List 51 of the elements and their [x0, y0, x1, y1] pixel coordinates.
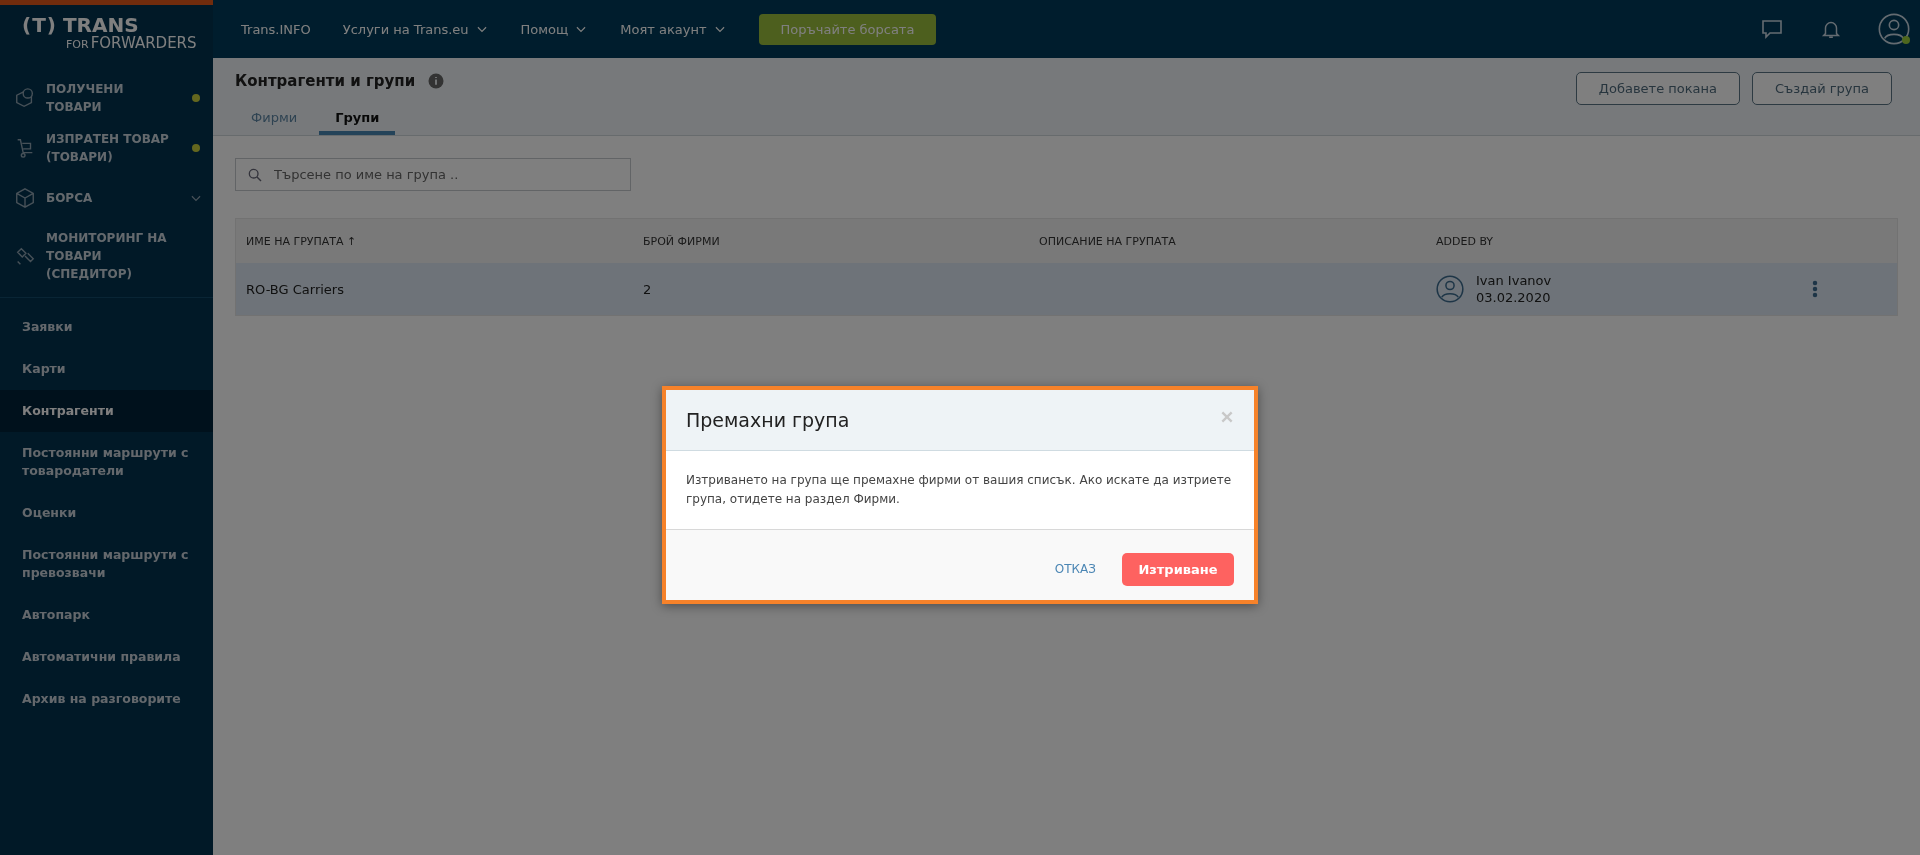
sidebar-item[interactable]: Контрагенти	[0, 390, 213, 432]
column-header[interactable]: БРОЙ ФИРМИ	[633, 234, 1029, 248]
page-title: Контрагенти и групи	[235, 72, 416, 90]
sidebar-item[interactable]: Заявки	[0, 306, 213, 348]
column-header[interactable]: ОПИСАНИЕ НА ГРУПАТА	[1029, 234, 1426, 248]
tab[interactable]: Групи	[319, 104, 396, 135]
sidebar-item[interactable]: Постоянни маршрути с превозвачи	[0, 534, 213, 594]
dialog-message: Изтриването на група ще премахне фирми от вашия списък. Ако искате да изтриете група, отидете на раздел Фирми.	[686, 472, 1233, 508]
table-row[interactable]: RO-BG Carriers 2 Ivan Ivanov 03.02.2020	[236, 263, 1897, 315]
user-icon	[1878, 13, 1910, 45]
column-header[interactable]: ADDED BY	[1426, 234, 1762, 248]
satellite-icon	[14, 245, 36, 267]
user-icon	[1436, 275, 1464, 303]
sidebar-module[interactable]: ИЗПРАТЕН ТОВАР (ТОВАРИ)	[46, 130, 179, 166]
cancel-button[interactable]: ОТКАЗ	[1050, 558, 1100, 580]
user-avatar[interactable]	[1878, 13, 1910, 45]
table-cell: RO-BG Carriers	[246, 281, 344, 297]
sidebar-module[interactable]: МОНИТОРИНГ НА ТОВАРИ (СПЕДИТОР)	[46, 229, 179, 283]
search-field[interactable]: Търсене по име на група ..	[235, 158, 631, 191]
delete-button[interactable]: Изтриване	[1122, 552, 1234, 586]
logo-product: FORWARDERS	[90, 34, 197, 52]
info-icon	[427, 72, 446, 90]
nav-menu[interactable]: Услуги на Trans.eu	[342, 21, 489, 37]
action-button[interactable]: Създай група	[1752, 72, 1892, 105]
sidebar-item[interactable]: Архив на разговорите	[0, 678, 213, 720]
dialog-title: Премахни група	[686, 409, 850, 431]
table-cell: 2	[643, 281, 652, 297]
sidebar-item[interactable]: Постоянни маршрути с товародатели	[0, 432, 213, 492]
search-icon	[247, 167, 263, 183]
column-header[interactable]: ИМЕ НА ГРУПАТА ↑	[236, 234, 633, 248]
sidebar-item[interactable]: Оценки	[0, 492, 213, 534]
nav-menu[interactable]: Помощ	[520, 21, 589, 37]
sidebar-item[interactable]: Автопарк	[0, 594, 213, 636]
sidebar-item[interactable]: Карти	[0, 348, 213, 390]
user-name: Ivan Ivanov	[1476, 272, 1552, 289]
package-question-icon	[14, 87, 36, 109]
close-icon[interactable]	[1220, 410, 1234, 424]
chat-icon[interactable]	[1760, 17, 1784, 41]
sidebar-module[interactable]: ПОЛУЧЕНИ ТОВАРИ	[46, 80, 179, 116]
nav-menu[interactable]: Trans.INFO	[241, 21, 311, 37]
logo-brand: TRANS	[62, 15, 139, 35]
nav-menu[interactable]: Моят акаунт	[620, 21, 727, 37]
sidebar-item[interactable]: Автоматични правила	[0, 636, 213, 678]
tab[interactable]: Фирми	[235, 104, 314, 135]
order-button[interactable]: Поръчайте борсата	[758, 13, 937, 45]
date-text: 03.02.2020	[1476, 289, 1552, 306]
sidebar-module[interactable]: БОРСА	[46, 189, 179, 207]
logo-prefix: FOR	[66, 38, 89, 51]
action-button[interactable]: Добавете покана	[1575, 72, 1741, 105]
box-icon	[14, 187, 36, 209]
logo-mark: (T)	[22, 15, 57, 35]
